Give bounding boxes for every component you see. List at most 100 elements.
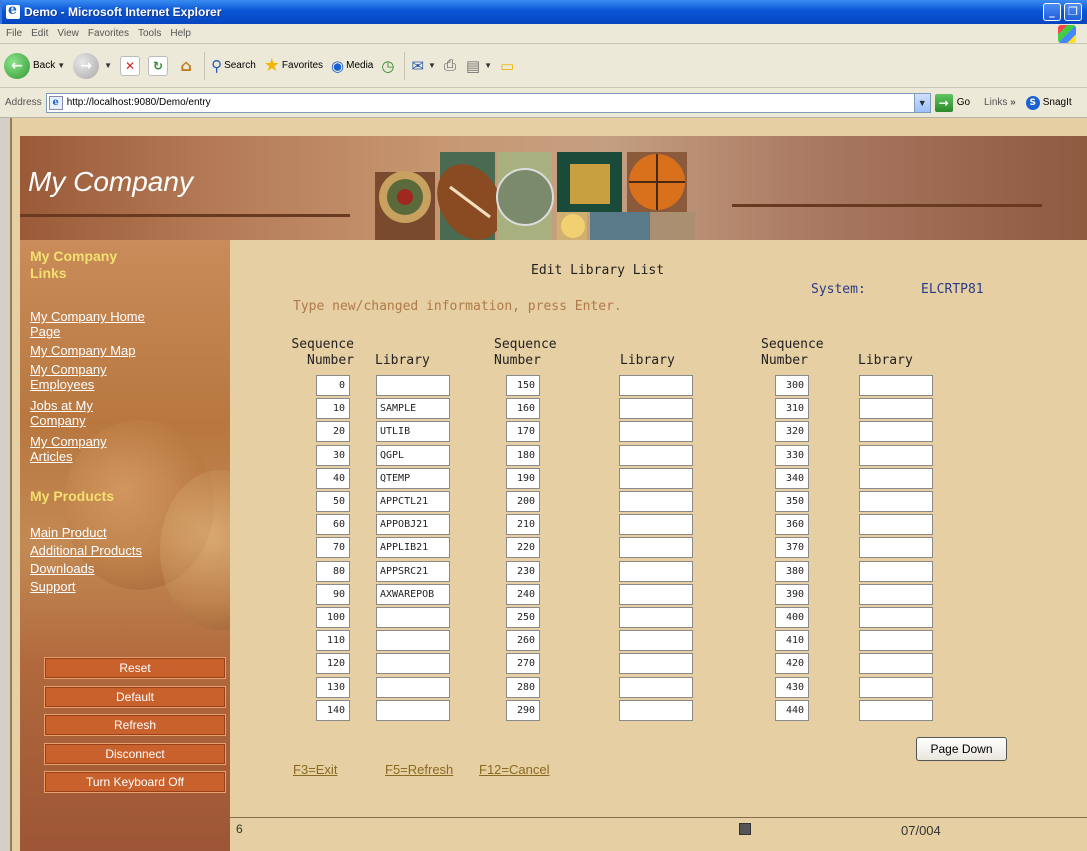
library-name-field[interactable] (619, 421, 693, 442)
library-name-field[interactable] (376, 653, 450, 674)
sequence-number-field[interactable]: 390 (775, 584, 809, 605)
sidebar-link-home-page[interactable]: My Company Home Page (30, 309, 145, 339)
edit-dropdown-icon[interactable]: ▼ (484, 61, 492, 70)
sequence-number-field[interactable]: 310 (775, 398, 809, 419)
sequence-number-field[interactable]: 130 (316, 677, 350, 698)
library-name-field[interactable] (376, 700, 450, 721)
sequence-number-field[interactable]: 360 (775, 514, 809, 535)
sequence-number-field[interactable]: 430 (775, 677, 809, 698)
library-name-field[interactable] (859, 561, 933, 582)
library-name-field[interactable] (619, 537, 693, 558)
library-name-field[interactable]: QGPL (376, 445, 450, 466)
library-name-field[interactable]: QTEMP (376, 468, 450, 489)
sequence-number-field[interactable]: 190 (506, 468, 540, 489)
links-toolbar[interactable]: Links » (984, 97, 1016, 108)
sequence-number-field[interactable]: 240 (506, 584, 540, 605)
library-name-field[interactable] (859, 445, 933, 466)
refresh-button[interactable]: ↻ (148, 55, 169, 76)
sequence-number-field[interactable]: 330 (775, 445, 809, 466)
sequence-number-field[interactable]: 380 (775, 561, 809, 582)
menu-favorites[interactable]: Favorites (88, 28, 129, 39)
f5-refresh-link[interactable]: F5=Refresh (385, 762, 453, 777)
sequence-number-field[interactable]: 180 (506, 445, 540, 466)
library-name-field[interactable] (619, 630, 693, 651)
sequence-number-field[interactable]: 30 (316, 445, 350, 466)
sidebar-link-downloads[interactable]: Downloads (30, 561, 94, 576)
library-name-field[interactable] (376, 677, 450, 698)
library-name-field[interactable] (859, 421, 933, 442)
menu-tools[interactable]: Tools (138, 28, 161, 39)
library-name-field[interactable]: APPLIB21 (376, 537, 450, 558)
menu-view[interactable]: View (57, 28, 79, 39)
library-name-field[interactable] (619, 491, 693, 512)
home-button[interactable]: ⌂ (176, 56, 196, 76)
library-name-field[interactable] (859, 607, 933, 628)
library-name-field[interactable]: APPOBJ21 (376, 514, 450, 535)
address-dropdown-icon[interactable]: ▼ (913, 93, 930, 112)
sidebar-link-additional-products[interactable]: Additional Products (30, 543, 142, 558)
sequence-number-field[interactable]: 280 (506, 677, 540, 698)
library-name-field[interactable] (376, 630, 450, 651)
sidebar-link-jobs[interactable]: Jobs at My Company (30, 398, 93, 428)
sequence-number-field[interactable]: 150 (506, 375, 540, 396)
favorites-button[interactable]: ★ Favorites (264, 55, 323, 76)
library-name-field[interactable] (619, 398, 693, 419)
sequence-number-field[interactable]: 10 (316, 398, 350, 419)
sequence-number-field[interactable]: 400 (775, 607, 809, 628)
edit-button[interactable]: ▤ ▼ (466, 57, 492, 75)
sequence-number-field[interactable]: 60 (316, 514, 350, 535)
turn-keyboard-off-button[interactable]: Turn Keyboard Off (44, 771, 226, 793)
menu-file[interactable]: File (6, 28, 22, 39)
library-name-field[interactable] (859, 468, 933, 489)
library-name-field[interactable]: AXWAREPOB (376, 584, 450, 605)
library-name-field[interactable] (619, 561, 693, 582)
sequence-number-field[interactable]: 270 (506, 653, 540, 674)
library-name-field[interactable] (376, 375, 450, 396)
mail-dropdown-icon[interactable]: ▼ (428, 61, 436, 70)
library-name-field[interactable] (619, 375, 693, 396)
sequence-number-field[interactable]: 110 (316, 630, 350, 651)
go-button[interactable]: Go (957, 97, 970, 108)
sidebar-link-support[interactable]: Support (30, 579, 76, 594)
library-name-field[interactable] (859, 630, 933, 651)
print-button[interactable]: ⎙ (444, 57, 458, 74)
sequence-number-field[interactable]: 200 (506, 491, 540, 512)
sidebar-link-employees[interactable]: My Company Employees (30, 362, 107, 392)
f3-exit-link[interactable]: F3=Exit (293, 762, 337, 777)
sidebar-link-main-product[interactable]: Main Product (30, 525, 107, 540)
search-button[interactable]: ⚲ Search (211, 57, 256, 75)
library-name-field[interactable] (619, 607, 693, 628)
library-name-field[interactable] (619, 677, 693, 698)
library-name-field[interactable] (859, 677, 933, 698)
mail-button[interactable]: ✉ ▼ (411, 57, 436, 75)
sequence-number-field[interactable]: 80 (316, 561, 350, 582)
sequence-number-field[interactable]: 230 (506, 561, 540, 582)
library-name-field[interactable]: APPCTL21 (376, 491, 450, 512)
menu-edit[interactable]: Edit (31, 28, 48, 39)
address-url[interactable]: http://localhost:9080/Demo/entry (67, 97, 914, 108)
library-name-field[interactable] (859, 375, 933, 396)
discuss-button[interactable]: ▭ (500, 57, 516, 75)
library-name-field[interactable] (619, 653, 693, 674)
sequence-number-field[interactable]: 440 (775, 700, 809, 721)
address-input[interactable]: e http://localhost:9080/Demo/entry ▼ (45, 92, 931, 113)
maximize-button[interactable]: ❐ (1064, 3, 1082, 21)
sequence-number-field[interactable]: 160 (506, 398, 540, 419)
f12-cancel-link[interactable]: F12=Cancel (479, 762, 549, 777)
sequence-number-field[interactable]: 370 (775, 537, 809, 558)
sequence-number-field[interactable]: 420 (775, 653, 809, 674)
library-name-field[interactable]: APPSRC21 (376, 561, 450, 582)
library-name-field[interactable] (619, 468, 693, 489)
sequence-number-field[interactable]: 90 (316, 584, 350, 605)
library-name-field[interactable]: SAMPLE (376, 398, 450, 419)
library-name-field[interactable] (859, 700, 933, 721)
library-name-field[interactable] (376, 607, 450, 628)
sequence-number-field[interactable]: 0 (316, 375, 350, 396)
sequence-number-field[interactable]: 140 (316, 700, 350, 721)
sequence-number-field[interactable]: 50 (316, 491, 350, 512)
media-button[interactable]: ◉ Media (331, 57, 373, 75)
back-button[interactable]: ← Back ▼ (4, 52, 65, 79)
sequence-number-field[interactable]: 350 (775, 491, 809, 512)
menu-help[interactable]: Help (170, 28, 191, 39)
forward-button[interactable]: → ▼ (73, 52, 112, 79)
